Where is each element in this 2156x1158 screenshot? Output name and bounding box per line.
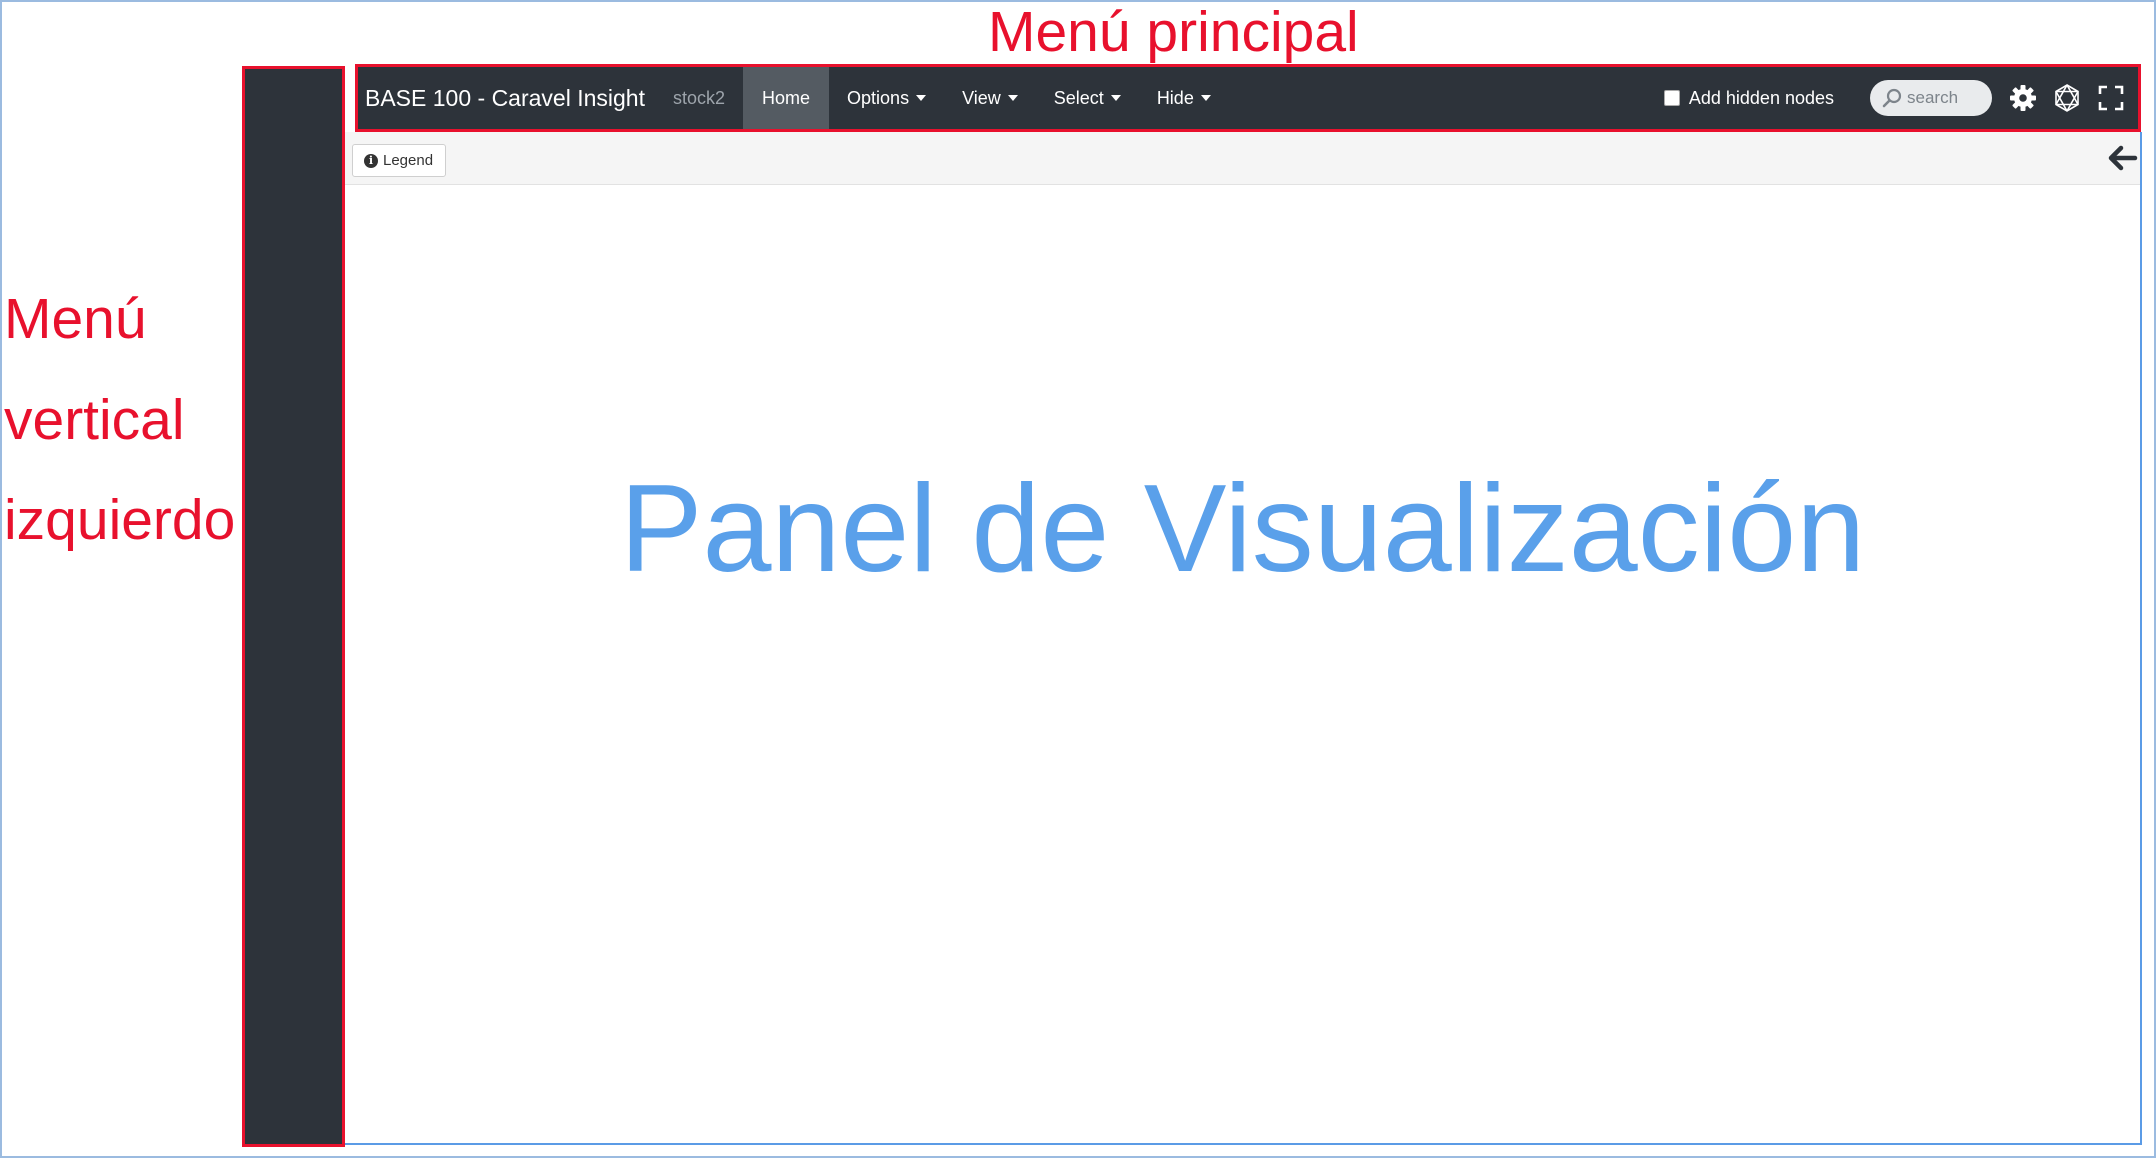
fullscreen-icon bbox=[2098, 85, 2124, 111]
programs-switch[interactable] bbox=[264, 402, 326, 432]
chevron-down-icon: ⌄ bbox=[289, 291, 298, 302]
dropdown-arrow-icon: ▼ bbox=[307, 879, 318, 891]
toggle-programs-label: Programs bbox=[260, 439, 327, 456]
app-brand-title[interactable]: BASE 100 - Caravel Insight bbox=[358, 85, 645, 112]
toggle-programs: Programs bbox=[245, 393, 342, 470]
hide-tool-button[interactable]: Hide ⌄ bbox=[245, 233, 342, 313]
hamburger-menu-button[interactable] bbox=[245, 69, 342, 149]
nav-home[interactable]: Home bbox=[743, 67, 830, 129]
panel-title: Panel de Visualización bbox=[619, 460, 1866, 598]
selection-depth-label-1: Selection bbox=[255, 810, 332, 829]
annotation-left-menu-line2: vertical bbox=[4, 388, 185, 452]
files-switch[interactable] bbox=[261, 325, 323, 355]
stabilizing-switch[interactable] bbox=[264, 633, 326, 663]
edge-direction-label-1: Edge bbox=[272, 924, 315, 943]
nav-select[interactable]: Select bbox=[1036, 67, 1139, 129]
gear-icon bbox=[2010, 85, 2036, 111]
hamburger-menu-icon bbox=[277, 96, 310, 122]
add-hidden-nodes-checkbox[interactable] bbox=[1663, 90, 1680, 106]
nav-home-label: Home bbox=[762, 87, 811, 108]
search-icon bbox=[1882, 88, 1902, 108]
chevron-down-icon: ⌄ bbox=[289, 211, 298, 222]
add-hidden-nodes-option[interactable]: Add hidden nodes bbox=[1663, 87, 1834, 109]
toggle-unresolved-label: Unresolved bbox=[255, 516, 332, 533]
nav-hide[interactable]: Hide bbox=[1139, 67, 1229, 129]
search-input[interactable]: search bbox=[1870, 80, 1992, 116]
dropdown-arrow-icon: ▼ bbox=[307, 993, 318, 1005]
refresh-button[interactable]: Refresh bbox=[245, 712, 342, 794]
nav-select-label: Select bbox=[1053, 87, 1104, 108]
settings-button[interactable] bbox=[2006, 81, 2040, 115]
nav-options[interactable]: Options bbox=[829, 67, 944, 129]
info-icon: i bbox=[364, 153, 378, 168]
refresh-icon bbox=[284, 729, 304, 750]
left-vertical-menu: Select ⌄ Hide ⌄ Files Programs Unresolve… bbox=[245, 69, 342, 1144]
toggle-files: Files bbox=[245, 316, 342, 393]
fullscreen-button[interactable] bbox=[2094, 81, 2128, 115]
toggle-frontiers: Frontiers bbox=[245, 547, 342, 624]
frontiers-switch[interactable] bbox=[261, 556, 323, 586]
edge-direction-value: to bbox=[273, 989, 288, 1009]
nav-view[interactable]: View bbox=[944, 67, 1036, 129]
selection-depth-label-2: depth bbox=[270, 835, 317, 854]
selection-depth-select[interactable]: 2 ▼ bbox=[261, 865, 326, 905]
edge-direction-field: Edge direction to ▼ bbox=[245, 921, 342, 1044]
annotation-left-menu-line1: Menú bbox=[4, 287, 147, 351]
caret-down-icon bbox=[1007, 95, 1018, 101]
caret-down-icon bbox=[1110, 95, 1121, 101]
compress-icon bbox=[282, 1061, 305, 1085]
arrow-left-icon[interactable] bbox=[2106, 142, 2138, 174]
toggle-files-label: Files bbox=[277, 362, 310, 379]
toggle-stabilizing-label: Stabilizing bbox=[259, 670, 328, 687]
toggle-frontiers-label: Frontiers bbox=[263, 593, 324, 610]
selection-depth-field: Selection depth 2 ▼ bbox=[245, 797, 342, 921]
add-hidden-nodes-label: Add hidden nodes bbox=[1688, 87, 1834, 108]
main-menu-navbar: BASE 100 - Caravel Insight stock2 Home O… bbox=[358, 67, 2138, 129]
legend-label: Legend bbox=[383, 152, 434, 169]
search-placeholder: search bbox=[1907, 88, 1959, 107]
network-graph-icon bbox=[2055, 84, 2079, 112]
caret-down-icon bbox=[916, 95, 927, 101]
project-name: stock2 bbox=[672, 87, 726, 108]
refresh-label: Refresh bbox=[267, 757, 320, 774]
select-tool-label: Select bbox=[272, 194, 315, 211]
annotation-main-menu: Menú principal bbox=[988, 0, 1359, 64]
caret-down-icon bbox=[1200, 95, 1211, 101]
selection-depth-value: 2 bbox=[273, 875, 283, 895]
hide-tool-label: Hide bbox=[278, 274, 309, 291]
unresolved-switch[interactable] bbox=[261, 479, 323, 509]
nav-hide-label: Hide bbox=[1156, 87, 1194, 108]
toggle-unresolved: Unresolved bbox=[245, 470, 342, 547]
legend-button[interactable]: i Legend bbox=[352, 144, 447, 177]
graph-layout-button[interactable] bbox=[2050, 81, 2084, 115]
nav-options-label: Options bbox=[847, 87, 910, 108]
legend-toolbar: i Legend bbox=[345, 132, 2140, 185]
annotation-left-menu-line3: izquierdo bbox=[4, 488, 236, 552]
select-tool-button[interactable]: Select ⌄ bbox=[245, 149, 342, 233]
sidebar-divider bbox=[245, 1129, 342, 1132]
compress-label: Compress bbox=[259, 1090, 328, 1107]
toggle-stabilizing: Stabilizing bbox=[245, 624, 342, 709]
visualization-panel[interactable]: i Legend Panel de Visualización bbox=[343, 132, 2142, 1145]
compress-button[interactable]: Compress bbox=[245, 1047, 342, 1129]
edge-direction-select[interactable]: to ▼ bbox=[261, 979, 326, 1019]
edge-direction-label-2: direction bbox=[257, 949, 330, 968]
eye-slash-icon bbox=[281, 245, 306, 269]
nav-view-label: View bbox=[962, 87, 1001, 108]
pointer-hand-icon bbox=[282, 164, 303, 190]
